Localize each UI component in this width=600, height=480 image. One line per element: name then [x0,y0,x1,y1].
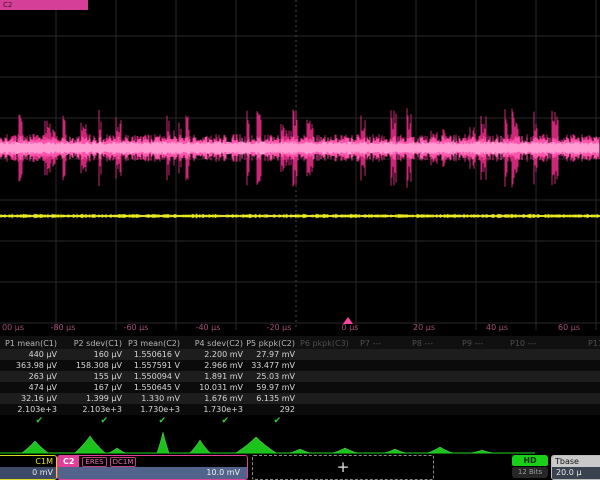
trace-tag[interactable]: C2 [0,0,88,10]
time-axis-label: 0 µs [342,323,359,332]
hd-mode-indicator[interactable]: HD 12 Bits [512,455,548,478]
param-stat-value: 160 µV [94,350,122,359]
param-stat-value: 1.550645 V [134,383,180,392]
param-stat-value: 167 µV [94,383,122,392]
param-header-unused[interactable]: P11 [588,339,600,348]
time-axis-label: -40 µs [196,323,221,332]
param-stat-value: 263 µV [29,372,57,381]
param-header[interactable]: P2 sdev(C1) [74,339,122,348]
timebase-value: 20.0 µ [552,467,600,479]
param-header[interactable]: P5 pkpk(C2) [246,339,295,348]
descriptor-bar: C1M 0 mV C2 ERES DC1M 10.0 mV + HD 12 Bi… [0,455,600,480]
param-stat-value: 59.97 mV [256,383,295,392]
param-stat-value: 440 µV [29,350,57,359]
time-axis-label: -80 µs [51,323,76,332]
param-header[interactable]: P1 mean(C1) [5,339,57,348]
param-stat-value: 2.103e+3 [17,405,57,414]
param-stat-value: 2.200 mV [204,350,243,359]
channel-c2-descriptor[interactable]: C2 ERES DC1M 10.0 mV [57,455,248,480]
param-stat-value: 2.103e+3 [82,405,122,414]
param-header-unused[interactable]: P7 --- [360,339,381,348]
param-header-unused[interactable]: P8 --- [412,339,433,348]
param-stat-value: 1.891 mV [204,372,243,381]
hd-badge: HD [512,455,548,466]
param-stat-value: 1.730e+3 [203,405,243,414]
param-header-unused[interactable]: P6 pkpk(C3) [300,339,349,348]
measure-row: 2.103e+3 2.103e+3 1.730e+3 1.730e+3 292 [0,404,600,415]
timebase-label: Tbase [552,456,600,467]
histogram-strip [0,425,600,455]
time-axis-label: -20 µs [267,323,292,332]
measure-row: 440 µV 160 µV 1.550616 V 2.200 mV 27.97 mV [0,349,600,360]
param-stat-value: 1.557591 V [134,361,180,370]
waveform-grid [0,0,600,336]
time-axis-label: 00 µs [2,323,24,332]
measure-row: P1 mean(C1) P2 sdev(C1) P3 mean(C2) P4 sdev… [0,336,600,349]
param-stat-value: 155 µV [94,372,122,381]
param-stat-value: 292 [280,405,295,414]
param-stat-value: 1.550616 V [134,350,180,359]
c2-descriptor-top: C2 ERES DC1M [58,456,247,467]
measure-table: P1 mean(C1) P2 sdev(C1) P3 mean(C2) P4 sdev… [0,336,600,426]
measure-row: 363.98 µV 158.308 µV 1.557591 V 2.966 mV 33.… [0,360,600,371]
measure-row: 263 µV 155 µV 1.550094 V 1.891 mV 25.03 mV [0,371,600,382]
param-stat-value: 1.330 mV [141,394,180,403]
c2-coupling-badge: DC1M [110,457,137,467]
timebase-descriptor[interactable]: Tbase 20.0 µ [551,455,600,480]
param-stat-value: 474 µV [29,383,57,392]
param-stat-value: 27.97 mV [256,350,295,359]
param-stat-value: 1.399 µV [86,394,122,403]
measure-row: 32.16 µV 1.399 µV 1.330 mV 1.676 mV 6.135 mV [0,393,600,404]
measure-row: 474 µV 167 µV 1.550645 V 10.031 mV 59.97 mV [0,382,600,393]
time-axis-label: 20 µs [413,323,435,332]
time-axis-label: -60 µs [124,323,149,332]
param-header[interactable]: P3 mean(C2) [128,339,180,348]
c2-vdiv-value: 10.0 mV [58,467,247,479]
c1-vdiv-value: 0 mV [0,467,56,479]
param-stat-value: 33.477 mV [251,361,295,370]
param-stat-value: 363.98 µV [16,361,57,370]
time-axis: 00 µs -80 µs -60 µs -40 µs -20 µs 0 µs 20 µs 40… [0,320,600,336]
param-stat-value: 25.03 mV [256,372,295,381]
c1-coupling-label: C1M [0,456,56,467]
add-trace-button[interactable]: + [252,455,434,480]
param-header-unused[interactable]: P9 --- [462,339,483,348]
c2-channel-chip: C2 [58,456,79,467]
oscilloscope-screen: C2 00 µs -80 µs -60 µs -40 µs -20 µs 0 µs 20 µ… [0,0,600,480]
param-stat-value: 1.550094 V [134,372,180,381]
param-stat-value: 1.676 mV [204,394,243,403]
param-stat-value: 158.308 µV [76,361,122,370]
c2-eres-badge: ERES [82,457,106,467]
param-stat-value: 2.966 mV [204,361,243,370]
param-stat-value: 6.135 mV [256,394,295,403]
param-stat-value: 1.730e+3 [140,405,180,414]
param-header-unused[interactable]: P10 --- [510,339,536,348]
channel-c1-descriptor[interactable]: C1M 0 mV [0,455,57,480]
param-stat-value: 10.031 mV [199,383,243,392]
hd-bits-label: 12 Bits [512,467,548,478]
param-header[interactable]: P4 sdev(C2) [195,339,243,348]
param-stat-value: 32.16 µV [21,394,57,403]
time-axis-label: 40 µs [486,323,508,332]
time-axis-label: 60 µs [558,323,580,332]
